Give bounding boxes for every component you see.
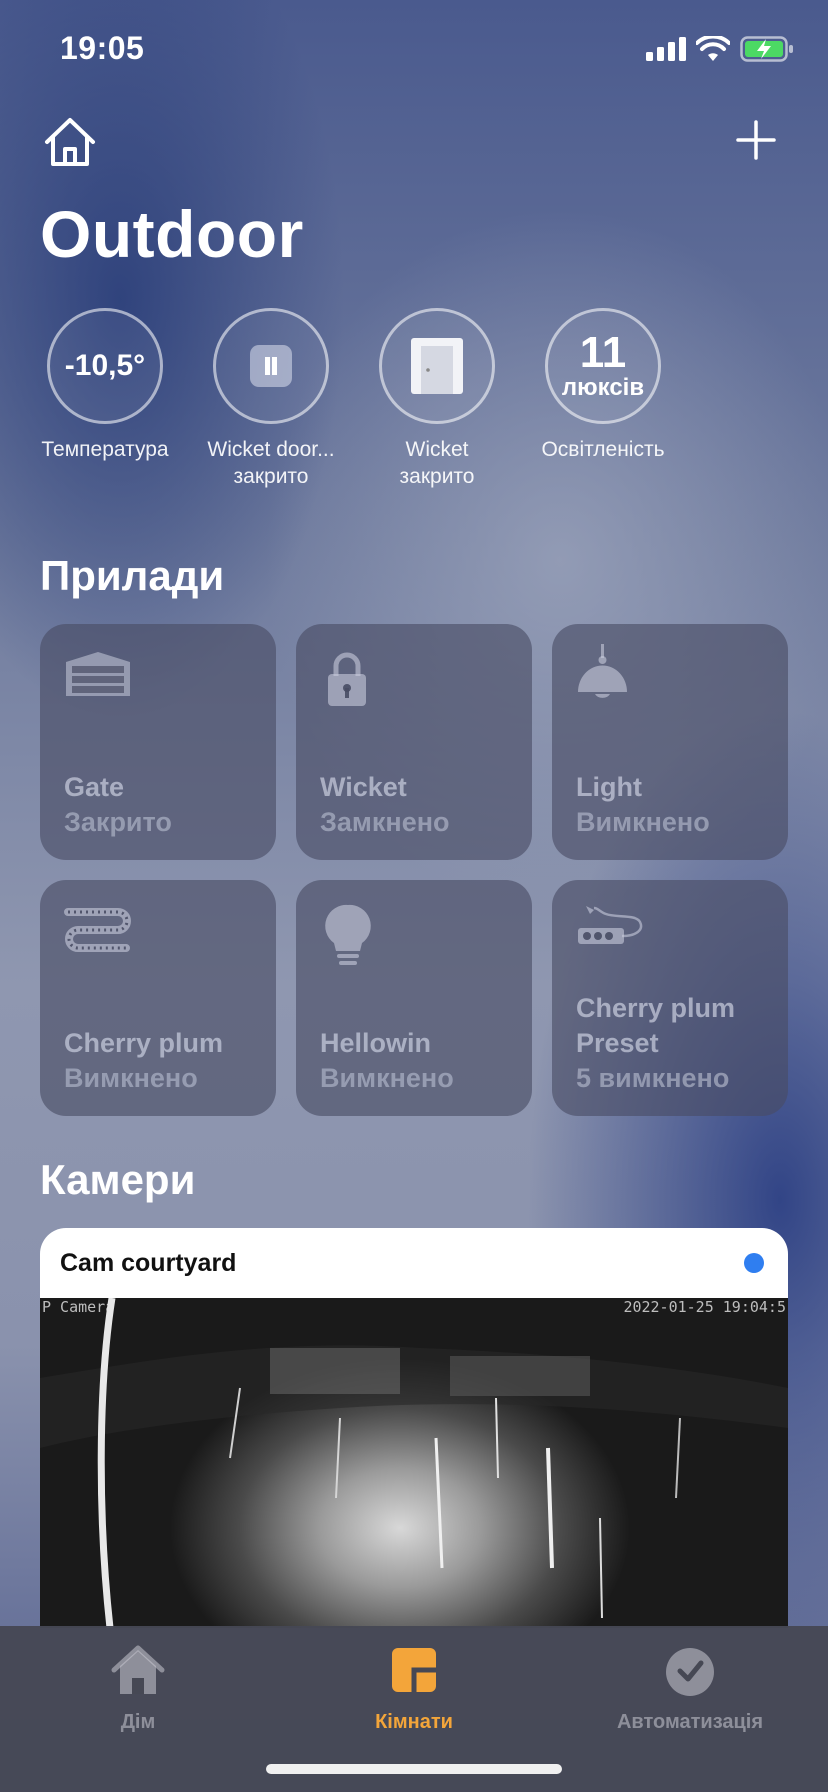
status-temperature[interactable]: -10,5° Температура (20, 308, 190, 463)
illuminance-value: 11 (579, 328, 627, 377)
illuminance-circle: 11 люксів (545, 308, 661, 424)
tile-name: Wicket (320, 772, 407, 802)
home-button[interactable] (42, 116, 98, 168)
tile-name: Gate (64, 772, 125, 802)
tab-home[interactable]: Дім (0, 1626, 276, 1734)
lock-icon (328, 652, 366, 706)
tab-rooms[interactable]: Кімнати (276, 1626, 552, 1734)
rooms-icon (392, 1648, 436, 1692)
wicket-state: закрито (399, 465, 475, 488)
tile-name: Hellowin (320, 1028, 432, 1058)
wicket-label: Wicket закрито (352, 436, 522, 490)
light-bulb-icon (325, 904, 371, 965)
status-wicket-door[interactable]: Wicket door... закрито (186, 308, 356, 490)
tab-label: Автоматизація (616, 1711, 764, 1733)
tile-text: Wicket Замкнено (320, 770, 516, 840)
temperature-value: -10,5° (64, 349, 146, 382)
status-illuminance[interactable]: 11 люксів Освітленість (518, 308, 688, 463)
house-icon (111, 1645, 165, 1694)
device-tile-cherry-plum-preset[interactable]: Cherry plum Preset 5 вимкнено (552, 880, 788, 1116)
wicket-door-name: Wicket door... (207, 438, 335, 461)
illuminance-label: Освітленість (541, 438, 665, 461)
tile-status: 5 вимкнено (576, 1063, 730, 1093)
wicket-name: Wicket (405, 438, 469, 461)
tile-name: Cherry plum (64, 1028, 224, 1058)
tab-automation[interactable]: Автоматизація (552, 1626, 828, 1734)
ceiling-lamp-icon (578, 644, 627, 698)
illuminance-unit: люксів (561, 374, 645, 401)
device-tile-hellowin[interactable]: Hellowin Вимкнено (296, 880, 532, 1116)
add-button[interactable] (734, 118, 778, 162)
tile-text: Cherry plum Preset 5 вимкнено (576, 991, 772, 1096)
tile-status: Вимкнено (576, 807, 710, 837)
device-tile-light[interactable]: Light Вимкнено (552, 624, 788, 860)
tile-status: Вимкнено (320, 1063, 454, 1093)
camera-card[interactable]: Cam courtyard P Camera 2022-01-25 19:04:… (40, 1228, 788, 1628)
garage-door-icon (66, 652, 130, 696)
home-indicator[interactable] (266, 1764, 562, 1774)
wicket-door-state: закрито (233, 465, 309, 488)
tile-name: Light (576, 772, 642, 802)
tile-text: Light Вимкнено (576, 770, 772, 840)
tile-status: Вимкнено (64, 1063, 198, 1093)
tile-status: Замкнено (320, 807, 450, 837)
door-icon (411, 338, 463, 394)
tab-label: Дім (120, 1711, 156, 1733)
camera-name: Cam courtyard (60, 1248, 237, 1277)
status-icons (646, 36, 794, 62)
tile-name: Cherry plum Preset (576, 993, 736, 1058)
power-strip-icon (578, 906, 643, 944)
temperature-label: Температура (41, 438, 169, 461)
status-wicket[interactable]: Wicket закрито (352, 308, 522, 490)
cellular-signal-icon (646, 37, 686, 61)
clock-check-icon (666, 1648, 714, 1696)
wicket-circle (379, 308, 495, 424)
house-outline-icon (45, 118, 95, 166)
cameras-title: Камери (40, 1156, 196, 1203)
status-summary: -10,5° Температура Wicket door... закрит… (20, 308, 820, 498)
temperature-circle: -10,5° (47, 308, 163, 424)
camera-scene (40, 1298, 788, 1628)
tile-text: Hellowin Вимкнено (320, 1026, 516, 1096)
page-title: Outdoor (40, 197, 304, 271)
battery-charging-icon (740, 36, 793, 62)
tile-status: Закрито (64, 807, 172, 837)
contact-sensor-icon (250, 345, 292, 387)
tab-label: Кімнати (375, 1711, 453, 1733)
wifi-icon (696, 36, 730, 61)
devices-title: Прилади (40, 552, 225, 599)
device-tile-wicket[interactable]: Wicket Замкнено (296, 624, 532, 860)
device-tile-gate[interactable]: Gate Закрито (40, 624, 276, 860)
wicket-door-circle (213, 308, 329, 424)
camera-header: Cam courtyard (40, 1228, 788, 1298)
wicket-door-label: Wicket door... закрито (186, 436, 356, 490)
status-time: 19:05 (60, 30, 145, 66)
camera-live-dot (744, 1253, 764, 1273)
tile-text: Cherry plum Вимкнено (64, 1026, 260, 1096)
camera-snapshot[interactable]: P Camera 2022-01-25 19:04:5 (40, 1298, 788, 1628)
tile-text: Gate Закрито (64, 770, 260, 840)
plus-icon (736, 120, 776, 160)
device-tile-cherry-plum[interactable]: Cherry plum Вимкнено (40, 880, 276, 1116)
light-strip-icon (64, 908, 131, 952)
